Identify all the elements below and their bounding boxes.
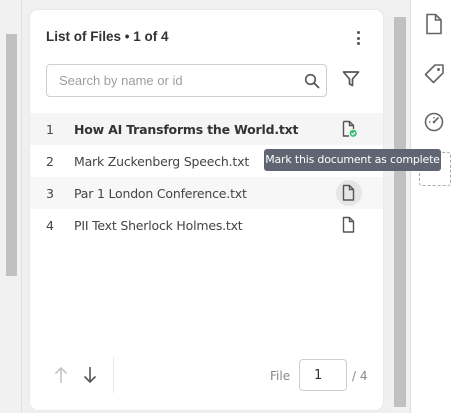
file-row[interactable]: 1 How AI Transforms the World.txt xyxy=(30,113,383,145)
right-scrollbar-thumb[interactable] xyxy=(394,17,406,407)
search-input[interactable] xyxy=(47,65,297,96)
right-icon-rail xyxy=(410,0,457,413)
file-list-panel: List of Files • 1 of 4 1 How AI Transfor… xyxy=(30,10,383,410)
mark-complete-button[interactable] xyxy=(336,212,362,238)
mark-complete-tooltip: Mark this document as complete xyxy=(264,149,441,171)
filter-icon[interactable] xyxy=(342,70,360,88)
file-list: 1 How AI Transforms the World.txt 2 Mark… xyxy=(30,113,383,241)
file-row[interactable]: 3 Par 1 London Conference.txt xyxy=(30,177,383,209)
file-page-input[interactable] xyxy=(299,359,347,391)
file-name: Par 1 London Conference.txt xyxy=(74,186,247,201)
file-number: 3 xyxy=(46,186,54,201)
search-icon[interactable] xyxy=(304,73,320,89)
footer-divider xyxy=(113,357,114,393)
mark-complete-button[interactable] xyxy=(336,116,362,142)
file-page-total: / 4 xyxy=(352,369,368,383)
more-options-icon[interactable] xyxy=(352,29,364,47)
left-scrollbar-thumb[interactable] xyxy=(6,34,17,276)
search-box xyxy=(46,64,327,97)
previous-file-arrow-icon[interactable] xyxy=(53,366,69,384)
file-name: Mark Zuckenberg Speech.txt xyxy=(74,154,250,169)
file-row[interactable]: 4 PII Text Sherlock Holmes.txt xyxy=(30,209,383,241)
file-page-label: File xyxy=(270,369,291,383)
mark-complete-button[interactable] xyxy=(336,180,362,206)
file-name: How AI Transforms the World.txt xyxy=(74,122,299,137)
panel-title: List of Files • 1 of 4 xyxy=(46,29,169,44)
document-icon xyxy=(342,216,355,233)
file-number: 2 xyxy=(46,154,54,169)
document-icon xyxy=(342,184,355,201)
file-number: 4 xyxy=(46,218,54,233)
file-name: PII Text Sherlock Holmes.txt xyxy=(74,218,243,233)
speedometer-icon[interactable] xyxy=(423,111,445,133)
next-file-arrow-icon[interactable] xyxy=(82,366,98,384)
tag-icon[interactable] xyxy=(423,63,445,85)
document-icon[interactable] xyxy=(423,13,445,35)
file-number: 1 xyxy=(46,122,54,137)
document-complete-icon xyxy=(342,120,357,137)
